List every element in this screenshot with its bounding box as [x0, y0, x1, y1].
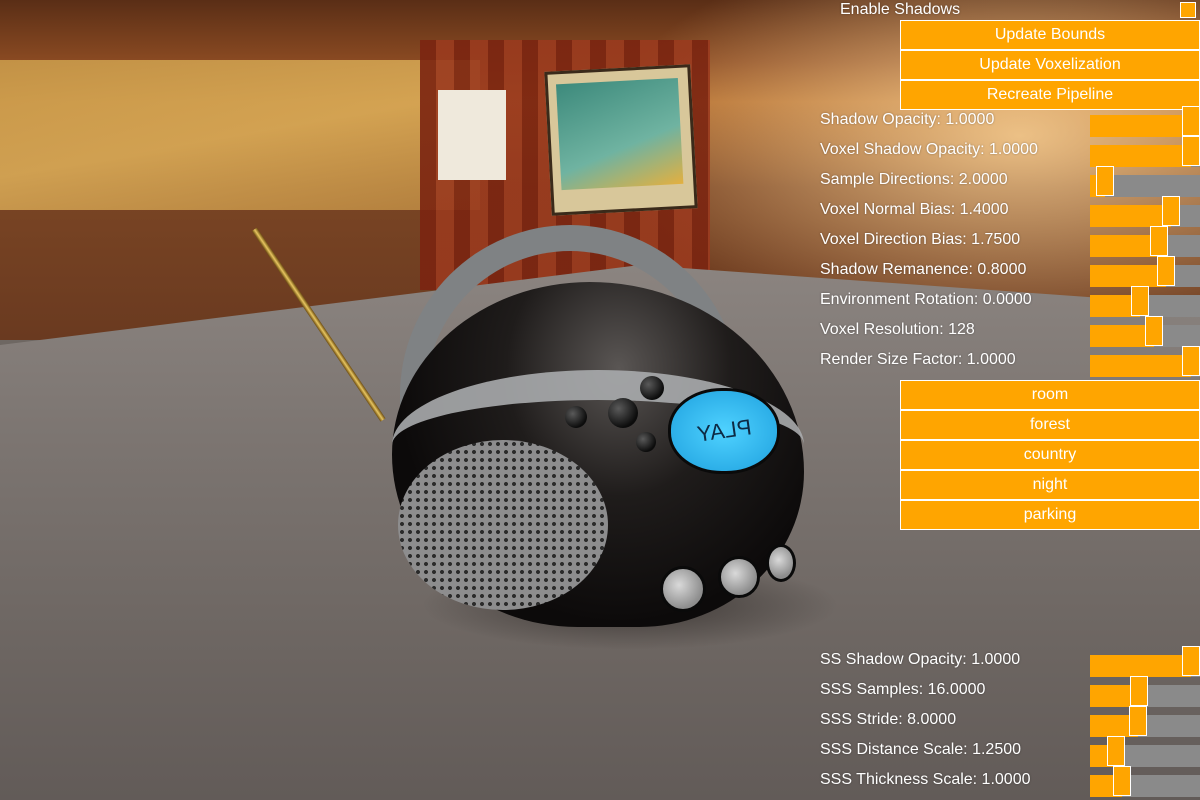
- slider-thumb[interactable]: [1128, 706, 1147, 736]
- sss-stride-label: SSS Stride: 8.0000: [820, 711, 957, 728]
- sample-directions-label: Sample Directions: 2.0000: [820, 171, 1008, 188]
- voxel-shadow-opacity-label: Voxel Shadow Opacity: 1.0000: [820, 141, 1038, 158]
- voxel-direction-bias-label: Voxel Direction Bias: 1.7500: [820, 231, 1021, 248]
- sss-stride-slider[interactable]: [1090, 706, 1200, 737]
- sss-thickness-scale-label: SSS Thickness Scale: 1.0000: [820, 771, 1031, 788]
- voxel-normal-bias-slider[interactable]: [1090, 196, 1200, 227]
- voxel-direction-bias-slider[interactable]: [1090, 226, 1200, 257]
- slider-thumb[interactable]: [1131, 286, 1150, 316]
- shadow-opacity-label: Shadow Opacity: 1.0000: [820, 111, 995, 128]
- render-size-factor-slider[interactable]: [1090, 346, 1200, 377]
- update-bounds-button[interactable]: Update Bounds: [900, 20, 1200, 50]
- slider-thumb[interactable]: [1182, 646, 1200, 676]
- enable-shadows-label: Enable Shadows: [840, 1, 961, 18]
- ss-shadow-opacity-slider[interactable]: [1090, 646, 1200, 677]
- update-voxelization-button[interactable]: Update Voxelization: [900, 50, 1200, 80]
- shadow-remanence-label: Shadow Remanence: 0.8000: [820, 261, 1027, 278]
- env-parking-button[interactable]: parking: [900, 500, 1200, 530]
- shadow-opacity-slider[interactable]: [1090, 106, 1200, 137]
- slider-thumb[interactable]: [1107, 736, 1126, 766]
- sss-samples-slider[interactable]: [1090, 676, 1200, 707]
- slider-thumb[interactable]: [1182, 346, 1200, 376]
- shadow-remanence-slider[interactable]: [1090, 256, 1200, 287]
- environment-rotation-label: Environment Rotation: 0.0000: [820, 291, 1032, 308]
- voxel-shadow-opacity-slider[interactable]: [1090, 136, 1200, 167]
- render-size-factor-label: Render Size Factor: 1.0000: [820, 351, 1016, 368]
- recreate-pipeline-button[interactable]: Recreate Pipeline: [900, 80, 1200, 110]
- voxel-resolution-slider[interactable]: [1090, 316, 1200, 347]
- env-night-button[interactable]: night: [900, 470, 1200, 500]
- sample-directions-slider[interactable]: [1090, 166, 1200, 197]
- slider-thumb[interactable]: [1182, 136, 1200, 166]
- voxel-normal-bias-label: Voxel Normal Bias: 1.4000: [820, 201, 1009, 218]
- enable-shadows-checkbox[interactable]: [1180, 2, 1196, 18]
- sss-distance-scale-label: SSS Distance Scale: 1.2500: [820, 741, 1022, 758]
- slider-thumb[interactable]: [1113, 766, 1131, 796]
- controls-panel: Enable Shadows Update Bounds Update Voxe…: [0, 0, 1200, 800]
- environment-rotation-slider[interactable]: [1090, 286, 1200, 317]
- slider-thumb[interactable]: [1161, 196, 1180, 226]
- sss-distance-scale-slider[interactable]: [1090, 736, 1200, 767]
- sss-thickness-scale-slider[interactable]: [1090, 766, 1200, 797]
- env-room-button[interactable]: room: [900, 380, 1200, 410]
- ss-shadow-opacity-label: SS Shadow Opacity: 1.0000: [820, 651, 1021, 668]
- slider-thumb[interactable]: [1145, 316, 1164, 346]
- slider-thumb[interactable]: [1149, 226, 1168, 256]
- voxel-resolution-label: Voxel Resolution: 128: [820, 321, 975, 338]
- env-forest-button[interactable]: forest: [900, 410, 1200, 440]
- slider-thumb[interactable]: [1157, 256, 1176, 286]
- slider-thumb[interactable]: [1182, 106, 1200, 136]
- slider-thumb[interactable]: [1095, 166, 1114, 196]
- env-country-button[interactable]: country: [900, 440, 1200, 470]
- sss-samples-label: SSS Samples: 16.0000: [820, 681, 986, 698]
- slider-thumb[interactable]: [1129, 676, 1148, 706]
